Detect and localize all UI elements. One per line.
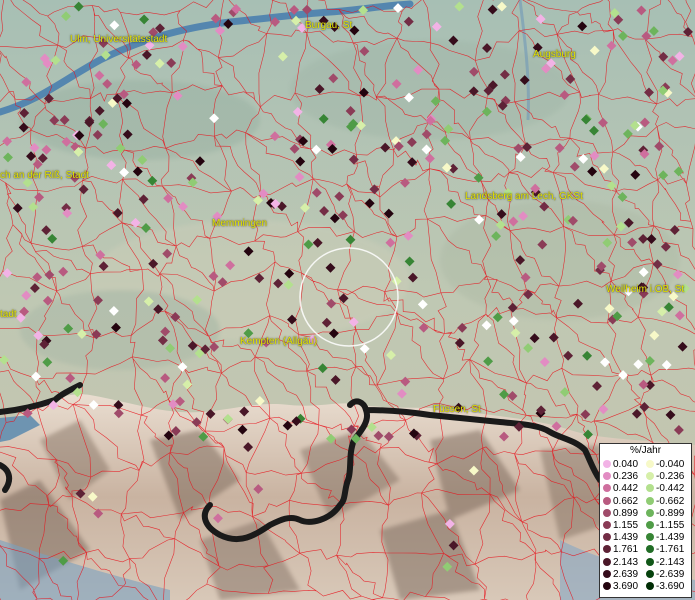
legend-row: 1.155 -1.155 <box>600 520 693 531</box>
city-label-fuessen: Füssen, St <box>433 404 481 415</box>
legend-value-positive: 1.761 <box>613 544 639 556</box>
legend-row: 0.662 -0.662 <box>600 496 693 507</box>
legend-row: 1.761 -1.761 <box>600 544 693 555</box>
legend-value-negative: -2.143 <box>656 556 685 568</box>
legend-swatch-positive <box>603 545 611 554</box>
city-label-burgau: Burgau, St <box>305 20 353 31</box>
legend-swatch-negative <box>646 557 654 566</box>
legend-swatch-negative <box>646 460 654 468</box>
legend-row: 3.690 -3.690 <box>600 581 693 592</box>
city-label-memmingen: Memmingen <box>212 218 268 229</box>
legend-row: 0.442 -0.442 <box>600 483 693 494</box>
legend-row: 0.899 -0.899 <box>600 508 693 519</box>
legend-value-negative: -1.439 <box>656 532 685 544</box>
legend-swatch-positive <box>603 460 611 468</box>
legend-value-positive: 3.690 <box>613 581 639 592</box>
legend-value-positive: 0.662 <box>613 495 639 507</box>
legend-value-negative: -0.442 <box>656 483 685 495</box>
legend-row: 1.439 -1.439 <box>600 532 693 543</box>
city-label-biberach: ch an der Riß, Stadt <box>0 170 89 181</box>
legend-swatch-positive <box>603 557 611 566</box>
legend-value-positive: 0.236 <box>613 471 639 483</box>
legend-value-positive: 2.639 <box>613 568 639 580</box>
legend-value-negative: -0.040 <box>656 459 685 470</box>
city-label-landsberg: Landsberg am Lech, GKSt <box>465 191 583 202</box>
legend-value-positive: 2.143 <box>613 556 639 568</box>
legend-value-positive: 0.040 <box>613 459 639 470</box>
legend-swatch-positive <box>603 569 611 578</box>
legend-swatch-positive <box>603 484 611 493</box>
legend-swatch-negative <box>646 472 654 481</box>
legend-value-negative: -1.761 <box>656 544 685 556</box>
legend-row: 0.040 -0.040 <box>600 459 693 470</box>
legend-value-negative: -3.690 <box>656 581 685 592</box>
city-label-ulm: Ulm, Universitätsstadt <box>70 34 168 45</box>
legend-value-negative: -0.899 <box>656 507 685 519</box>
legend-value-positive: 0.899 <box>613 507 639 519</box>
legend-swatch-positive <box>603 508 611 517</box>
legend-value-positive: 1.155 <box>613 520 639 531</box>
legend-value-negative: -1.155 <box>656 520 685 531</box>
legend-swatch-negative <box>646 521 654 529</box>
legend-row: 0.236 -0.236 <box>600 471 693 482</box>
legend-value-positive: 1.439 <box>613 532 639 544</box>
legend-swatch-negative <box>646 545 654 554</box>
city-label-augsburg: Augsburg <box>533 49 576 60</box>
legend-swatch-negative <box>646 533 654 542</box>
legend-swatch-positive <box>603 533 611 542</box>
map-canvas[interactable] <box>0 0 695 600</box>
city-label-west: tadt <box>0 309 17 320</box>
legend: %/Jahr 0.040 -0.040 0.236 -0.236 0.442 -0.442… <box>599 443 692 598</box>
legend-swatch-positive <box>603 582 611 590</box>
legend-swatch-positive <box>603 521 611 529</box>
legend-swatch-negative <box>646 569 654 578</box>
legend-swatch-positive <box>603 472 611 481</box>
legend-row: 2.639 -2.639 <box>600 569 693 580</box>
legend-swatch-negative <box>646 484 654 493</box>
legend-swatch-negative <box>646 508 654 517</box>
legend-title: %/Jahr <box>629 445 662 456</box>
legend-swatch-negative <box>646 496 654 505</box>
legend-value-negative: -0.236 <box>656 471 685 483</box>
legend-value-negative: -2.639 <box>656 568 685 580</box>
legend-value-negative: -0.662 <box>656 495 685 507</box>
legend-value-positive: 0.442 <box>613 483 639 495</box>
legend-swatch-positive <box>603 496 611 505</box>
legend-row: 2.143 -2.143 <box>600 557 693 568</box>
city-label-weilheim: Weilheim i.OB, St <box>606 284 685 295</box>
legend-swatch-negative <box>646 582 654 590</box>
city-label-kempten: Kempten (Allgäu) <box>240 336 318 347</box>
